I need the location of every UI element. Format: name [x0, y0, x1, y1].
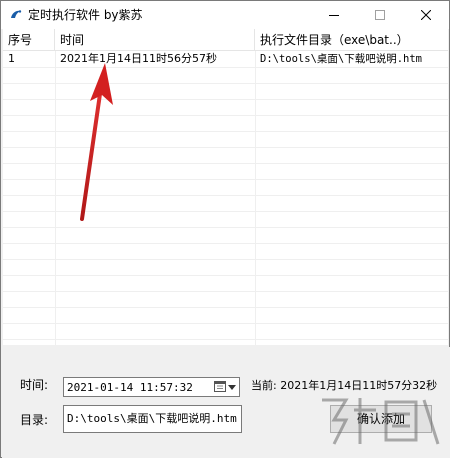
- grid-line: [3, 275, 448, 276]
- close-button[interactable]: [403, 1, 449, 29]
- list-body: 1 2021年1月14日11时56分57秒 D:\tools\桌面\下载吧说明.…: [3, 51, 448, 345]
- time-label: 时间:: [20, 378, 49, 392]
- form-panel: 时间: 2021-01-14 11:57:32 当前: 2021年1月14日11…: [2, 347, 450, 458]
- list-header: 序号 时间 执行文件目录（exe\bat..）: [3, 29, 448, 51]
- grid-line: [3, 259, 448, 260]
- confirm-add-button[interactable]: 确认添加: [330, 405, 432, 433]
- app-icon: [9, 8, 23, 22]
- row-index: 1: [8, 52, 15, 65]
- row-time: 2021年1月14日11时56分57秒: [60, 52, 217, 65]
- title-bar[interactable]: 定时执行软件 by紫苏: [1, 1, 449, 29]
- datetime-dropdown-button[interactable]: [213, 379, 237, 395]
- directory-input[interactable]: D:\tools\桌面\下载吧说明.htm: [63, 405, 242, 433]
- grid-line: [3, 227, 448, 228]
- column-header-index[interactable]: 序号: [3, 29, 55, 51]
- grid-line: [3, 131, 448, 132]
- grid-line: [3, 243, 448, 244]
- column-header-time[interactable]: 时间: [55, 29, 255, 51]
- grid-line: [3, 307, 448, 308]
- grid-line: [3, 147, 448, 148]
- directory-label: 目录:: [20, 413, 49, 427]
- minimize-button[interactable]: [311, 1, 357, 29]
- grid-line: [3, 323, 448, 324]
- table-row[interactable]: 1 2021年1月14日11时56分57秒 D:\tools\桌面\下载吧说明.…: [3, 51, 448, 67]
- grid-divider: [55, 51, 56, 345]
- grid-line: [3, 115, 448, 116]
- datetime-value: 2021-01-14 11:57:32: [67, 381, 193, 394]
- grid-line: [3, 195, 448, 196]
- grid-line: [3, 179, 448, 180]
- grid-line: [3, 67, 448, 68]
- minimize-icon: [329, 10, 339, 20]
- current-time-display: 当前: 2021年1月14日11时57分32秒: [251, 379, 438, 392]
- maximize-button[interactable]: [357, 1, 403, 29]
- grid-line: [3, 211, 448, 212]
- grid-line: [3, 83, 448, 84]
- window-title: 定时执行软件 by紫苏: [28, 8, 143, 22]
- chevron-down-icon: [228, 380, 236, 394]
- task-list[interactable]: 序号 时间 执行文件目录（exe\bat..） 1 2021年1月14日11时5…: [3, 29, 448, 345]
- grid-divider: [255, 51, 256, 345]
- grid-line: [3, 99, 448, 100]
- grid-line: [3, 339, 448, 340]
- app-window: 定时执行软件 by紫苏 序号 时间 执行文件目录（exe\bat..） 1 20…: [0, 0, 450, 458]
- grid-line: [3, 291, 448, 292]
- close-icon: [421, 10, 431, 20]
- calendar-icon: [214, 380, 226, 395]
- grid-line: [3, 163, 448, 164]
- maximize-icon: [375, 10, 385, 20]
- datetime-picker[interactable]: 2021-01-14 11:57:32: [63, 377, 240, 397]
- column-header-path[interactable]: 执行文件目录（exe\bat..）: [255, 29, 448, 51]
- row-path: D:\tools\桌面\下载吧说明.htm: [260, 53, 423, 65]
